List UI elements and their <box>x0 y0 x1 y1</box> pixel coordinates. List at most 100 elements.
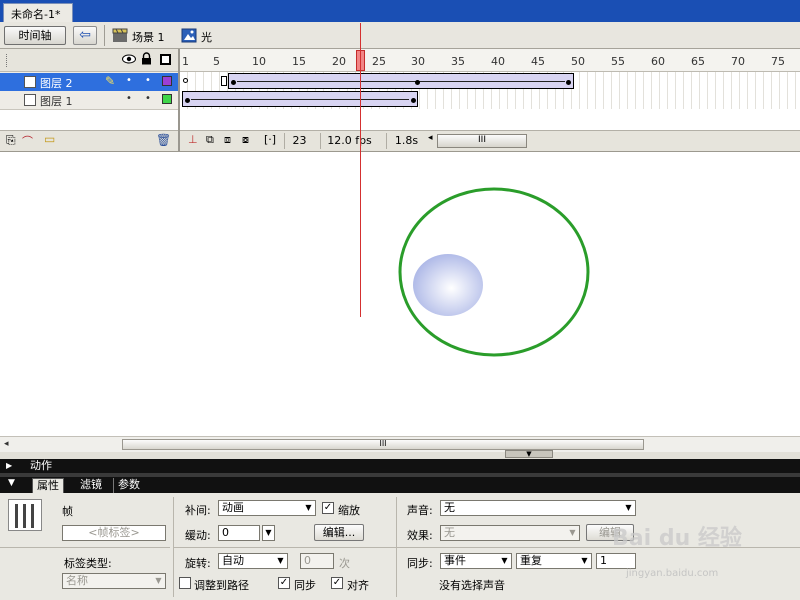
ease-caption: 缓动: <box>185 529 211 542</box>
layer-color-swatch[interactable] <box>162 76 172 86</box>
timeline-panel: 图层 2 ✎ • • 图层 1 • • ⎘ ⌒ ▭ 🗑 1 5 10 15 20… <box>0 49 800 151</box>
scene-breadcrumb[interactable]: 场景 1 <box>132 29 165 45</box>
dropdown-arrow-icon[interactable]: ▼ <box>622 501 635 515</box>
timeline-status-bar: ⊥ ⧉ ⧈ ⧇ [·] 23 12.0 fps 1.8s ◂ III <box>180 130 800 151</box>
dropdown-arrow-icon[interactable]: ▼ <box>152 574 165 588</box>
blank-keyframe[interactable] <box>183 78 188 83</box>
frame-grid[interactable] <box>180 72 800 130</box>
actions-label: 动作 <box>30 459 52 472</box>
edit-multiple-frames-icon[interactable]: ⧇ <box>242 133 249 147</box>
layer-name[interactable]: 图层 1 <box>40 93 73 109</box>
scroll-left-arrow-icon[interactable]: ◂ <box>428 133 433 143</box>
back-arrow-icon[interactable]: ⇦ <box>73 26 97 45</box>
repeat-count-input[interactable]: 1 <box>596 553 636 569</box>
light-ball[interactable] <box>413 254 483 316</box>
rotate-unit: 次 <box>339 557 350 570</box>
lock-dot[interactable]: • <box>145 93 151 104</box>
frame-ruler[interactable]: 1 5 10 15 20 25 30 35 40 45 50 55 60 65 … <box>180 49 800 72</box>
ease-slider-arrow-icon[interactable]: ▼ <box>262 525 275 541</box>
edit-ease-button[interactable]: 编辑... <box>314 524 364 541</box>
sync-event-select[interactable]: 事件 ▼ <box>440 553 512 569</box>
timeline-scrollbar-thumb[interactable]: III <box>437 134 527 148</box>
stage-scrollbar[interactable]: ◂ III <box>0 436 800 452</box>
timeline-toggle-button[interactable]: 时间轴 <box>4 26 66 45</box>
tick-label: 70 <box>731 55 745 68</box>
add-layer-icon[interactable]: ⎘ <box>6 133 16 148</box>
section-divider <box>174 547 396 548</box>
dropdown-arrow-icon[interactable]: ▼ <box>566 526 579 540</box>
tick-label: 20 <box>332 55 346 68</box>
scale-checkbox[interactable]: ✓ <box>322 502 334 514</box>
rotate-select[interactable]: 自动 ▼ <box>218 553 288 569</box>
onion-skin-icon[interactable]: ⧉ <box>206 133 214 147</box>
delete-layer-icon[interactable]: 🗑 <box>156 133 171 147</box>
tab-properties[interactable]: 属性 <box>32 478 64 493</box>
panel-collapse-bar[interactable]: ▼ <box>0 450 800 459</box>
center-frame-icon[interactable]: ⊥ <box>188 133 198 146</box>
frame-span-end[interactable] <box>221 76 227 86</box>
dropdown-arrow-icon[interactable]: ▼ <box>578 554 591 568</box>
motion-tween-span[interactable] <box>182 91 418 107</box>
drag-grip-icon[interactable] <box>6 54 8 67</box>
keyframe[interactable] <box>185 98 190 103</box>
current-frame: 23 <box>284 133 314 149</box>
rotate-caption: 旋转: <box>185 557 211 570</box>
modify-onion-markers-icon[interactable]: [·] <box>264 133 276 146</box>
frame-label-input[interactable]: <帧标签> <box>62 525 166 541</box>
effect-select[interactable]: 无 ▼ <box>440 525 580 541</box>
sound-select[interactable]: 无 ▼ <box>440 500 636 516</box>
layer-name[interactable]: 图层 2 <box>40 75 73 91</box>
label-type-select[interactable]: 名称 ▼ <box>62 573 166 589</box>
dropdown-arrow-icon[interactable]: ▼ <box>274 554 287 568</box>
layer-row-2[interactable]: 图层 2 ✎ • • <box>0 73 178 91</box>
keyframe[interactable] <box>415 80 420 85</box>
repeat-select[interactable]: 重复 ▼ <box>516 553 592 569</box>
frame-row-layer-1[interactable] <box>180 90 800 108</box>
outline-icon[interactable] <box>160 54 171 65</box>
sound-sync-caption: 同步: <box>407 557 433 570</box>
motion-tween-span[interactable] <box>228 73 574 89</box>
scroll-left-arrow-icon[interactable]: ◂ <box>4 439 9 449</box>
frame-row-layer-2[interactable] <box>180 72 800 90</box>
actions-panel-header[interactable]: ▶ 动作 <box>0 459 800 473</box>
sync-checkbox[interactable]: ✓ <box>278 577 290 589</box>
symbol-breadcrumb[interactable]: 光 <box>201 29 212 45</box>
stage[interactable] <box>0 151 800 436</box>
keyframe[interactable] <box>231 80 236 85</box>
visibility-dot[interactable]: • <box>126 93 132 104</box>
stage-scrollbar-thumb[interactable]: III <box>122 439 644 450</box>
snap-checkbox[interactable]: ✓ <box>331 577 343 589</box>
eye-icon[interactable] <box>122 54 136 64</box>
onion-outline-icon[interactable]: ⧈ <box>224 133 231 147</box>
graphic-symbol-icon[interactable] <box>181 28 197 43</box>
tab-filters[interactable]: 滤镜 <box>76 478 106 493</box>
layer-header <box>0 49 178 72</box>
keyframe[interactable] <box>566 80 571 85</box>
rotate-count-input[interactable]: 0 <box>300 553 334 569</box>
frame-rate[interactable]: 12.0 fps <box>320 133 378 149</box>
expand-arrow-icon[interactable]: ▶ <box>6 459 12 473</box>
add-folder-icon[interactable]: ▭ <box>44 132 55 146</box>
tween-select[interactable]: 动画 ▼ <box>218 500 316 516</box>
scene-clapper-icon[interactable] <box>112 28 128 43</box>
document-tab[interactable]: 未命名-1* <box>3 3 73 22</box>
lock-icon[interactable] <box>141 52 152 65</box>
tab-parameters[interactable]: 参数 <box>113 478 144 493</box>
tick-label: 45 <box>531 55 545 68</box>
ease-input[interactable]: 0 <box>218 525 260 541</box>
lock-dot[interactable]: • <box>145 75 151 86</box>
edit-bar-separator <box>104 25 105 46</box>
orient-to-path-checkbox[interactable] <box>179 577 191 589</box>
dropdown-arrow-icon[interactable]: ▼ <box>498 554 511 568</box>
stage-canvas[interactable] <box>0 152 800 437</box>
dropdown-arrow-icon[interactable]: ▼ <box>302 501 315 515</box>
collapse-arrow-icon[interactable]: ▼ <box>8 478 15 488</box>
layer-color-swatch[interactable] <box>162 94 172 104</box>
collapse-arrow-icon[interactable]: ▼ <box>505 450 553 458</box>
frame-thumbnail-icon <box>8 499 42 531</box>
visibility-dot[interactable]: • <box>126 75 132 86</box>
rotate-value: 自动 <box>222 554 244 567</box>
keyframe[interactable] <box>411 98 416 103</box>
add-guide-layer-icon[interactable]: ⌒ <box>22 133 33 149</box>
layer-row-1[interactable]: 图层 1 • • <box>0 91 178 109</box>
